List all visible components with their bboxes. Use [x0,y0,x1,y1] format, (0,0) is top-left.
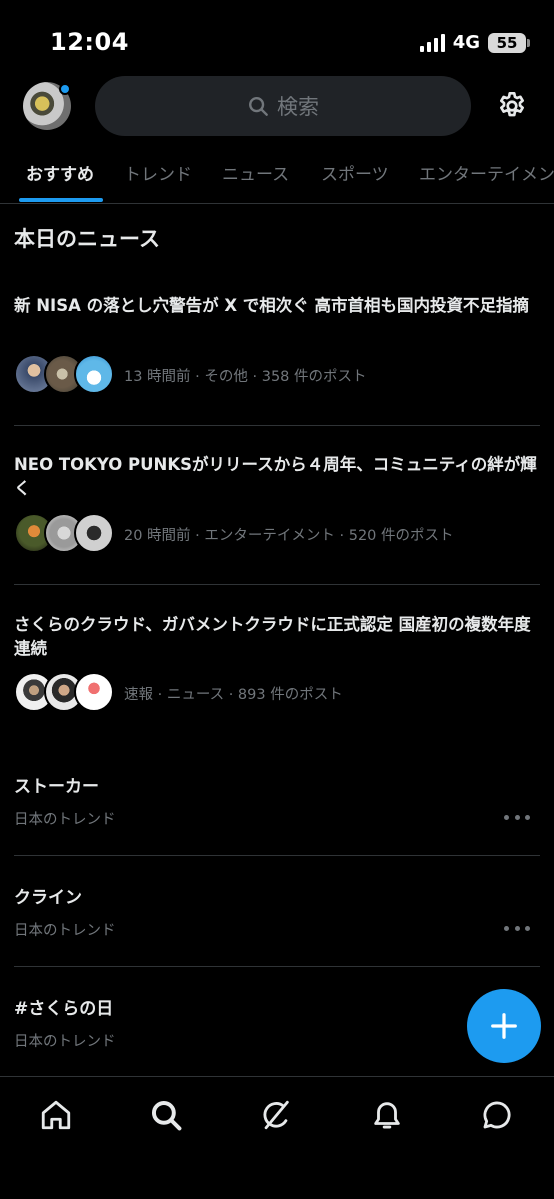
status-bar: 12:04 4G 55 [0,0,554,72]
compose-button[interactable] [467,989,541,1063]
trend-title: ストーカー [14,777,99,797]
more-options-button[interactable] [504,922,530,934]
nav-home-button[interactable] [36,1095,76,1135]
explore-tabs: おすすめ トレンド ニュース スポーツ エンターテイメント [0,150,554,204]
gear-icon [500,92,524,117]
tab-entertainment[interactable]: エンターテイメント [419,160,554,185]
signal-icon [419,33,445,52]
tab-recommended[interactable]: おすすめ [26,160,94,185]
avatar [74,672,114,712]
news-avatars [14,672,122,714]
settings-button[interactable] [494,88,530,124]
divider [14,855,540,856]
news-meta-text: 速報 · ニュース · 893 件のポスト [124,686,343,703]
app-screen: 12:04 4G 55 検索 おすすめ トレンド ニュース スポーツ エンターテ… [0,0,554,1199]
message-icon [483,1101,511,1129]
avatar [74,513,114,553]
trend-item[interactable]: クライン 日本のトレンド [0,871,554,966]
plus-icon [491,1013,517,1039]
avatar [74,354,114,394]
status-indicators: 4G 55 [419,32,530,53]
network-type: 4G [452,32,480,53]
news-meta: 速報 · ニュース · 893 件のポスト [14,672,343,714]
divider [14,966,540,967]
search-input[interactable]: 検索 [95,76,471,136]
news-item[interactable]: さくらのクラウド、ガバメントクラウドに正式認定 国産初の複数年度連続 速報 · … [0,600,554,746]
news-meta: 20 時間前 · エンターテイメント · 520 件のポスト [14,513,454,555]
top-bar: 検索 [0,76,554,136]
divider [14,584,540,585]
nav-search-button[interactable] [146,1095,186,1135]
tab-trending[interactable]: トレンド [124,160,192,185]
bell-icon [374,1102,400,1129]
nav-messages-button[interactable] [477,1095,517,1135]
tab-news[interactable]: ニュース [222,160,289,185]
nav-grok-button[interactable] [256,1095,296,1135]
divider [14,425,540,426]
more-options-button[interactable] [504,811,530,823]
active-tab-indicator [19,198,103,202]
nav-notifications-button[interactable] [367,1095,407,1135]
news-avatars [14,354,122,396]
home-icon [41,1100,71,1130]
news-meta: 13 時間前 · その他 · 358 件のポスト [14,354,367,396]
news-item[interactable]: 新 NISA の落とし穴警告が X で相次ぐ 高市首相も国内投資不足指摘 13 … [0,280,554,426]
news-headline: NEO TOKYO PUNKSがリリースから４周年、コミュニティの絆が輝く [14,455,537,498]
news-meta-text: 20 時間前 · エンターテイメント · 520 件のポスト [124,527,454,544]
notification-dot [59,83,71,95]
news-meta-text: 13 時間前 · その他 · 358 件のポスト [124,368,367,385]
battery-icon: 55 [488,32,530,53]
trend-item[interactable]: ストーカー 日本のトレンド [0,760,554,855]
status-time: 12:04 [50,28,129,56]
news-headline: さくらのクラウド、ガバメントクラウドに正式認定 国産初の複数年度連続 [14,615,531,658]
section-title: 本日のニュース [14,227,160,251]
news-item[interactable]: NEO TOKYO PUNKSがリリースから４周年、コミュニティの絆が輝く 20… [0,440,554,586]
trend-subtitle: 日本のトレンド [14,1034,116,1050]
search-icon [151,1100,182,1131]
news-avatars [14,513,122,555]
trend-title: #さくらの日 [14,999,114,1019]
trend-subtitle: 日本のトレンド [14,812,116,828]
search-placeholder: 検索 [277,95,319,119]
tab-sports[interactable]: スポーツ [321,160,389,185]
search-icon [249,97,268,116]
trend-title: クライン [14,888,82,908]
bottom-nav [0,1076,554,1199]
news-headline: 新 NISA の落とし穴警告が X で相次ぐ 高市首相も国内投資不足指摘 [14,296,530,315]
trend-subtitle: 日本のトレンド [14,923,116,939]
grok-icon [263,1100,289,1130]
